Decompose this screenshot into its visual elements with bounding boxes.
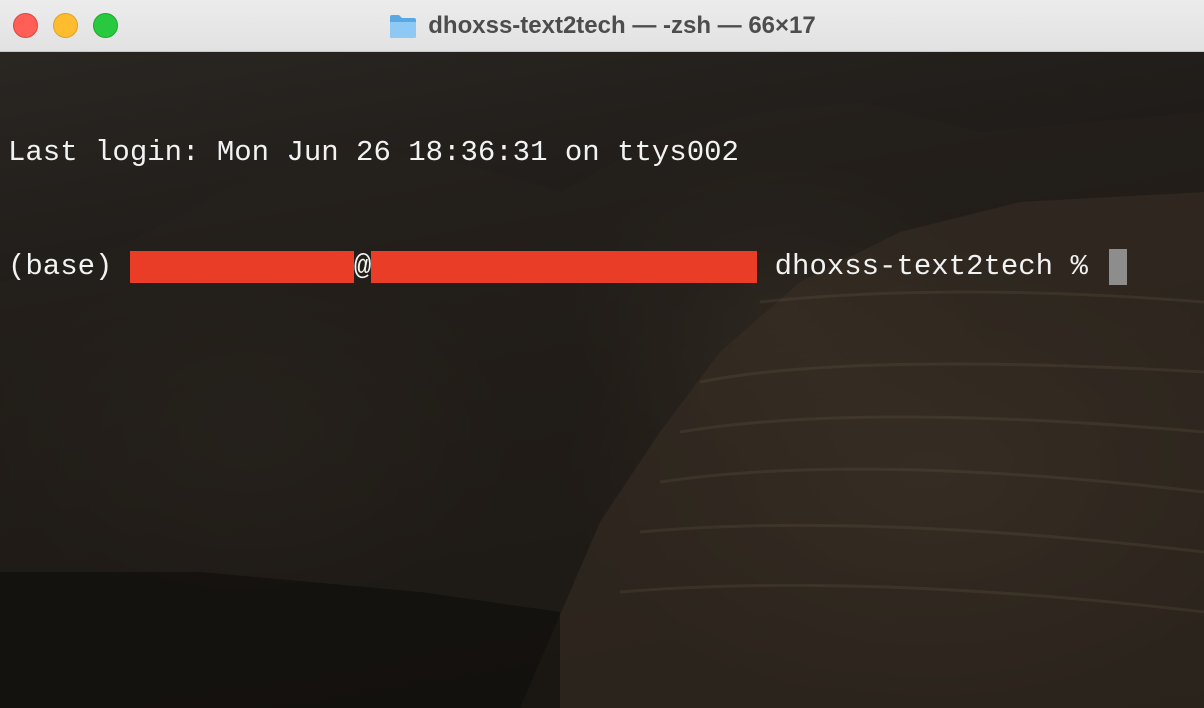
prompt-env: (base) bbox=[8, 250, 130, 283]
prompt-at: @ bbox=[353, 250, 372, 283]
last-login-text: Last login: Mon Jun 26 18:36:31 on ttys0… bbox=[8, 136, 739, 169]
terminal-output: Last login: Mon Jun 26 18:36:31 on ttys0… bbox=[8, 58, 1128, 362]
redacted-hostname bbox=[371, 251, 758, 283]
last-login-line: Last login: Mon Jun 26 18:36:31 on ttys0… bbox=[8, 134, 1127, 172]
window-title: dhoxss-text2tech — -zsh — 66×17 bbox=[428, 12, 816, 39]
terminal-window: dhoxss-text2tech — -zsh — 66×17 Last log… bbox=[0, 0, 1204, 708]
window-title-group: dhoxss-text2tech — -zsh — 66×17 bbox=[0, 0, 1204, 52]
redacted-username bbox=[129, 251, 354, 283]
folder-icon bbox=[388, 12, 418, 40]
prompt-directory: dhoxss-text2tech % bbox=[757, 250, 1106, 283]
title-bar[interactable]: dhoxss-text2tech — -zsh — 66×17 bbox=[0, 0, 1204, 52]
prompt-line: (base) @ dhoxss-text2tech % bbox=[8, 248, 1128, 286]
terminal-content[interactable]: Last login: Mon Jun 26 18:36:31 on ttys0… bbox=[0, 52, 1204, 708]
text-cursor bbox=[1109, 249, 1128, 285]
